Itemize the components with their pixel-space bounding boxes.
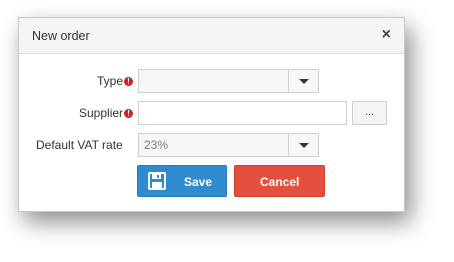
type-label: Type xyxy=(97,74,124,88)
floppy-disk-icon xyxy=(148,172,166,190)
type-dropdown-button[interactable] xyxy=(288,70,318,92)
close-icon[interactable]: × xyxy=(382,26,391,44)
vat-rate-select[interactable]: 23% xyxy=(138,133,319,157)
dialog-title: New order xyxy=(32,29,90,43)
supplier-input[interactable] xyxy=(138,101,347,125)
dialog-titlebar: New order × xyxy=(19,18,404,54)
cancel-button[interactable]: Cancel xyxy=(234,165,325,197)
supplier-label: Supplier xyxy=(79,106,124,120)
type-label-row: Type! xyxy=(97,74,134,88)
required-icon: ! xyxy=(124,109,134,118)
vat-dropdown-button[interactable] xyxy=(288,134,318,156)
save-button[interactable]: Save xyxy=(137,165,227,197)
save-label: Save xyxy=(184,175,213,189)
type-select[interactable] xyxy=(138,69,319,93)
new-order-dialog: New order × Type! Supplier! ... Default … xyxy=(18,17,405,212)
supplier-label-row: Supplier! xyxy=(79,106,134,120)
required-icon: ! xyxy=(124,77,134,86)
cancel-label: Cancel xyxy=(260,175,300,189)
vat-label: Default VAT rate xyxy=(36,138,123,152)
supplier-browse-button[interactable]: ... xyxy=(352,101,387,125)
vat-rate-value: 23% xyxy=(144,138,169,152)
chevron-down-icon xyxy=(299,79,309,84)
chevron-down-icon xyxy=(299,143,309,148)
